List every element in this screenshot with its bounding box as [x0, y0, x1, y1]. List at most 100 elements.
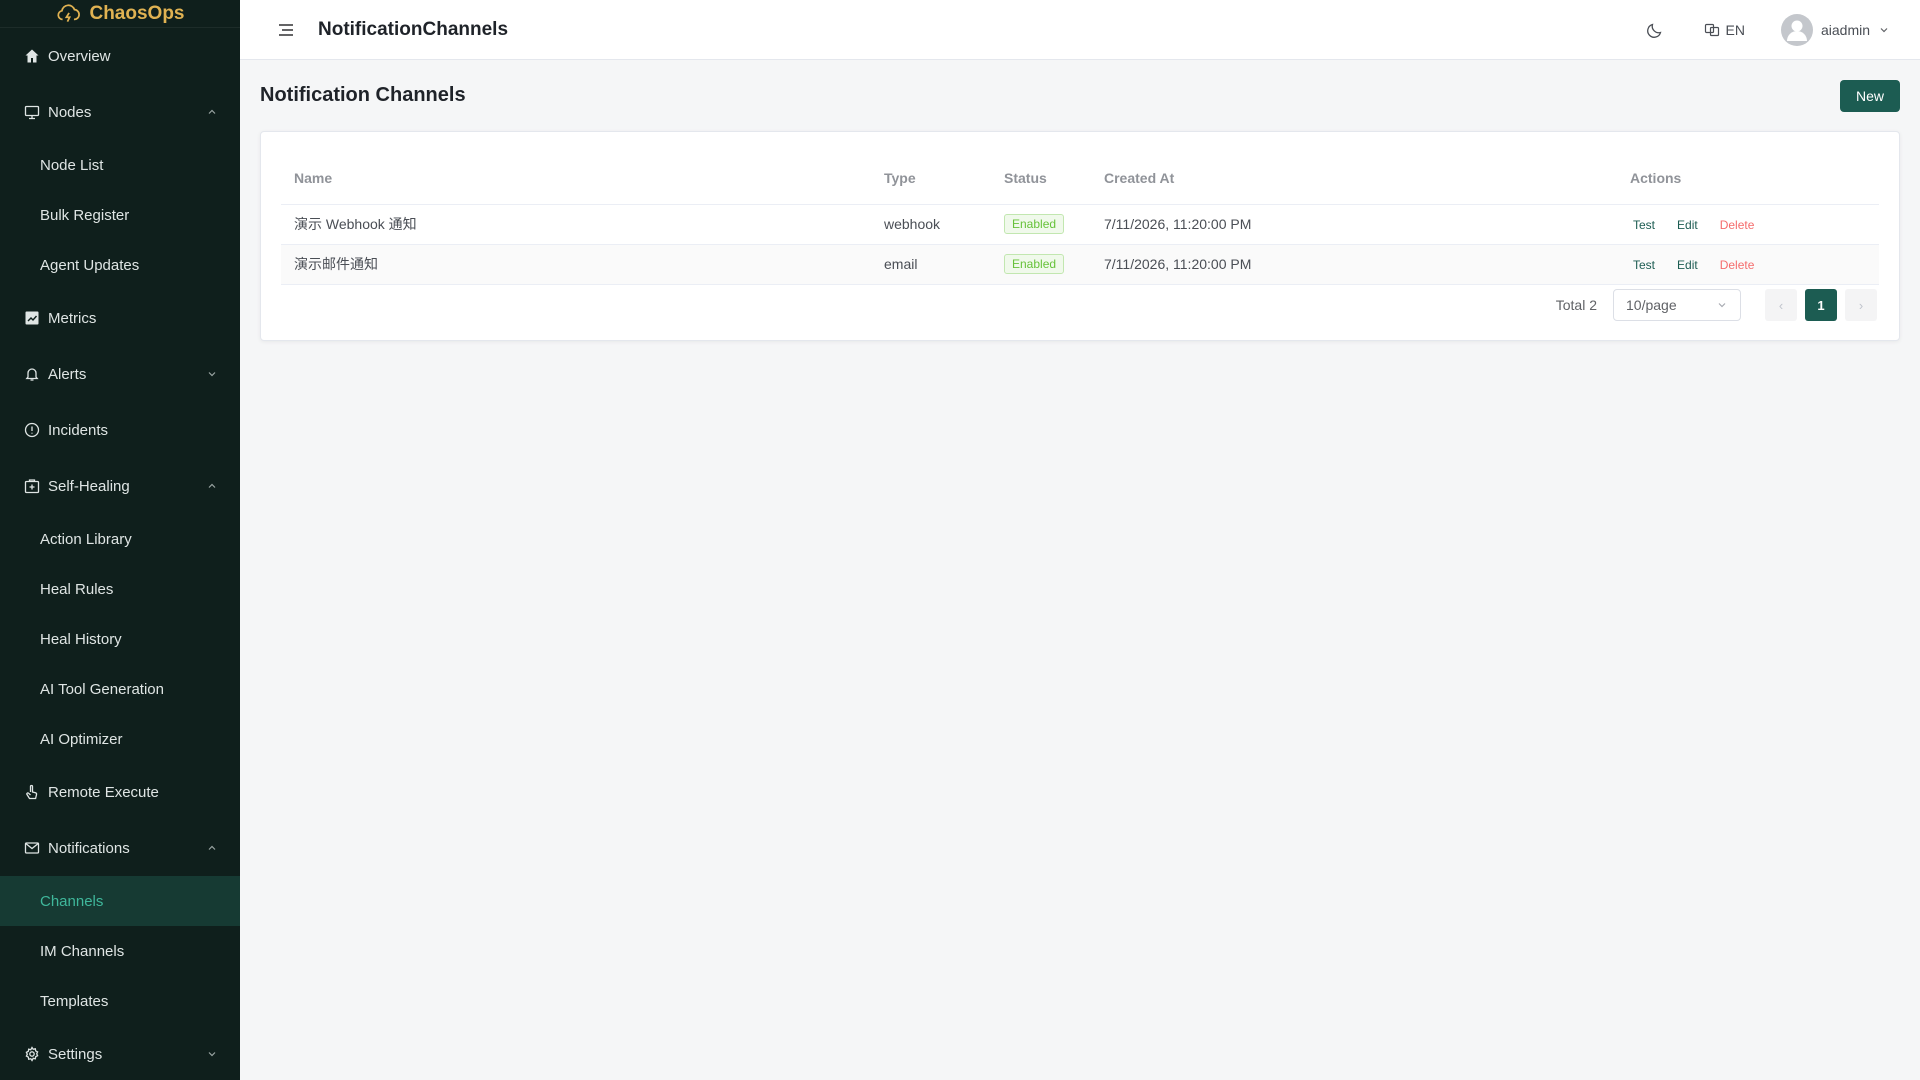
sidebar-item-label: IM Channels: [40, 942, 125, 960]
sidebar-item-templates[interactable]: Templates: [0, 976, 240, 1026]
next-page-button[interactable]: ›: [1845, 289, 1877, 321]
chevron-up-icon: [208, 109, 216, 114]
sidebar-item-label: Notifications: [48, 839, 130, 857]
page-size-value: 10/page: [1626, 297, 1677, 313]
channel-name: 演示邮件通知: [281, 244, 871, 285]
language-label: EN: [1725, 22, 1745, 38]
username: aiadmin: [1820, 22, 1870, 38]
sidebar-item-alerts[interactable]: Alerts: [0, 346, 240, 402]
avatar: [1780, 14, 1813, 46]
sidebar-item-overview[interactable]: Overview: [0, 28, 240, 84]
sidebar-item-bulk-register[interactable]: Bulk Register: [0, 190, 240, 240]
sidebar-item-label: Heal Rules: [40, 580, 114, 598]
status-cell: Enabled: [991, 244, 1091, 285]
column-header-actions: Actions: [1617, 152, 1879, 205]
sidebar-item-heal-rules[interactable]: Heal Rules: [0, 564, 240, 614]
language-switcher[interactable]: EN: [1704, 22, 1745, 38]
top-header: NotificationChannels EN aiadmin: [240, 0, 1920, 60]
sidebar-item-label: Action Library: [40, 530, 132, 548]
sidebar-item-label: Settings: [48, 1045, 103, 1063]
test-button[interactable]: Test: [1630, 258, 1658, 272]
chevron-down-icon: [208, 1052, 216, 1057]
sidebar-item-agent-updates[interactable]: Agent Updates: [0, 240, 240, 290]
sidebar-item-channels[interactable]: Channels: [0, 876, 240, 926]
page-number-button[interactable]: 1: [1805, 289, 1837, 321]
sidebar-item-label: Heal History: [40, 630, 122, 648]
menu-toggle-button[interactable]: [276, 20, 296, 40]
sidebar-item-nodes[interactable]: Nodes: [0, 84, 240, 140]
sidebar-item-label: Incidents: [48, 421, 109, 439]
home-icon: [24, 48, 40, 64]
new-channel-button[interactable]: New: [1840, 80, 1900, 112]
sidebar-item-label: Overview: [48, 47, 111, 65]
sidebar-item-label: AI Optimizer: [40, 730, 123, 748]
sidebar-item-remote-execute[interactable]: Remote Execute: [0, 764, 240, 820]
page-size-select[interactable]: 10/page: [1613, 289, 1741, 321]
table-row: 演示邮件通知 email Enabled 7/11/2026, 11:20:00…: [281, 244, 1879, 285]
brand-name: ChaosOps: [89, 2, 185, 24]
status-cell: Enabled: [991, 204, 1091, 245]
sidebar-item-label: Remote Execute: [48, 783, 159, 801]
channels-card: Name Type Status Created At Actions 演示 W…: [260, 131, 1900, 341]
pointer-icon: [24, 784, 40, 800]
edit-button[interactable]: Edit: [1674, 218, 1701, 232]
sidebar: ChaosOps Overview Nodes Node List Bulk R…: [0, 0, 240, 1080]
created-at: 7/11/2026, 11:20:00 PM: [1091, 204, 1617, 245]
actions-cell: Test Edit Delete: [1617, 204, 1879, 245]
dark-mode-toggle-icon[interactable]: [1646, 21, 1664, 39]
header-title: NotificationChannels: [318, 18, 509, 40]
sidebar-item-label: Self-Healing: [48, 477, 130, 495]
chevron-up-icon: [208, 845, 216, 850]
chevron-down-icon: [1880, 28, 1888, 33]
first-aid-icon: [24, 478, 40, 494]
chevron-up-icon: [208, 483, 216, 488]
test-button[interactable]: Test: [1630, 218, 1658, 232]
table-header-row: Name Type Status Created At Actions: [281, 152, 1879, 205]
chart-icon: [24, 310, 40, 326]
sidebar-item-label: Bulk Register: [40, 206, 130, 224]
sidebar-item-label: Agent Updates: [40, 256, 140, 274]
sidebar-menu: Overview Nodes Node List Bulk Register A…: [0, 28, 240, 1080]
channels-table: Name Type Status Created At Actions 演示 W…: [281, 152, 1879, 285]
sidebar-item-im-channels[interactable]: IM Channels: [0, 926, 240, 976]
page-title: Notification Channels: [260, 84, 466, 106]
column-header-name: Name: [281, 152, 871, 205]
sidebar-item-notifications[interactable]: Notifications: [0, 820, 240, 876]
sidebar-item-node-list[interactable]: Node List: [0, 140, 240, 190]
sidebar-item-heal-history[interactable]: Heal History: [0, 614, 240, 664]
column-header-type: Type: [871, 152, 991, 205]
header-actions: EN aiadmin: [1646, 0, 1890, 60]
bell-icon: [24, 366, 40, 382]
edit-button[interactable]: Edit: [1674, 258, 1701, 272]
actions-cell: Test Edit Delete: [1617, 244, 1879, 285]
pagination: Total 2 10/page ‹ 1 ›: [1556, 289, 1877, 321]
sidebar-item-label: Templates: [40, 992, 109, 1010]
sidebar-item-settings[interactable]: Settings: [0, 1026, 240, 1080]
column-header-created-at: Created At: [1091, 152, 1617, 205]
mail-icon: [24, 840, 40, 856]
sidebar-item-ai-optimizer[interactable]: AI Optimizer: [0, 714, 240, 764]
brand-logo[interactable]: ChaosOps: [0, 0, 240, 28]
chevron-down-icon: [208, 372, 216, 377]
chevron-down-icon: [1718, 303, 1726, 308]
cloud-bolt-icon: [57, 3, 81, 22]
user-menu[interactable]: aiadmin: [1780, 14, 1890, 46]
hamburger-icon: [279, 23, 293, 36]
user-icon: [1786, 20, 1807, 41]
sidebar-item-label: Alerts: [48, 365, 87, 383]
channel-type: webhook: [871, 204, 991, 245]
sidebar-item-label: Nodes: [48, 103, 92, 121]
gear-icon: [24, 1046, 40, 1062]
sidebar-item-incidents[interactable]: Incidents: [0, 402, 240, 458]
sidebar-item-action-library[interactable]: Action Library: [0, 514, 240, 564]
delete-button[interactable]: Delete: [1717, 258, 1758, 272]
sidebar-item-self-healing[interactable]: Self-Healing: [0, 458, 240, 514]
translate-icon: [1704, 23, 1719, 37]
sidebar-item-ai-tool-generation[interactable]: AI Tool Generation: [0, 664, 240, 714]
table-row: 演示 Webhook 通知 webhook Enabled 7/11/2026,…: [281, 204, 1879, 245]
sidebar-item-metrics[interactable]: Metrics: [0, 290, 240, 346]
sidebar-item-label: Channels: [40, 892, 104, 910]
delete-button[interactable]: Delete: [1717, 218, 1758, 232]
sidebar-item-label: Metrics: [48, 309, 97, 327]
prev-page-button[interactable]: ‹: [1765, 289, 1797, 321]
